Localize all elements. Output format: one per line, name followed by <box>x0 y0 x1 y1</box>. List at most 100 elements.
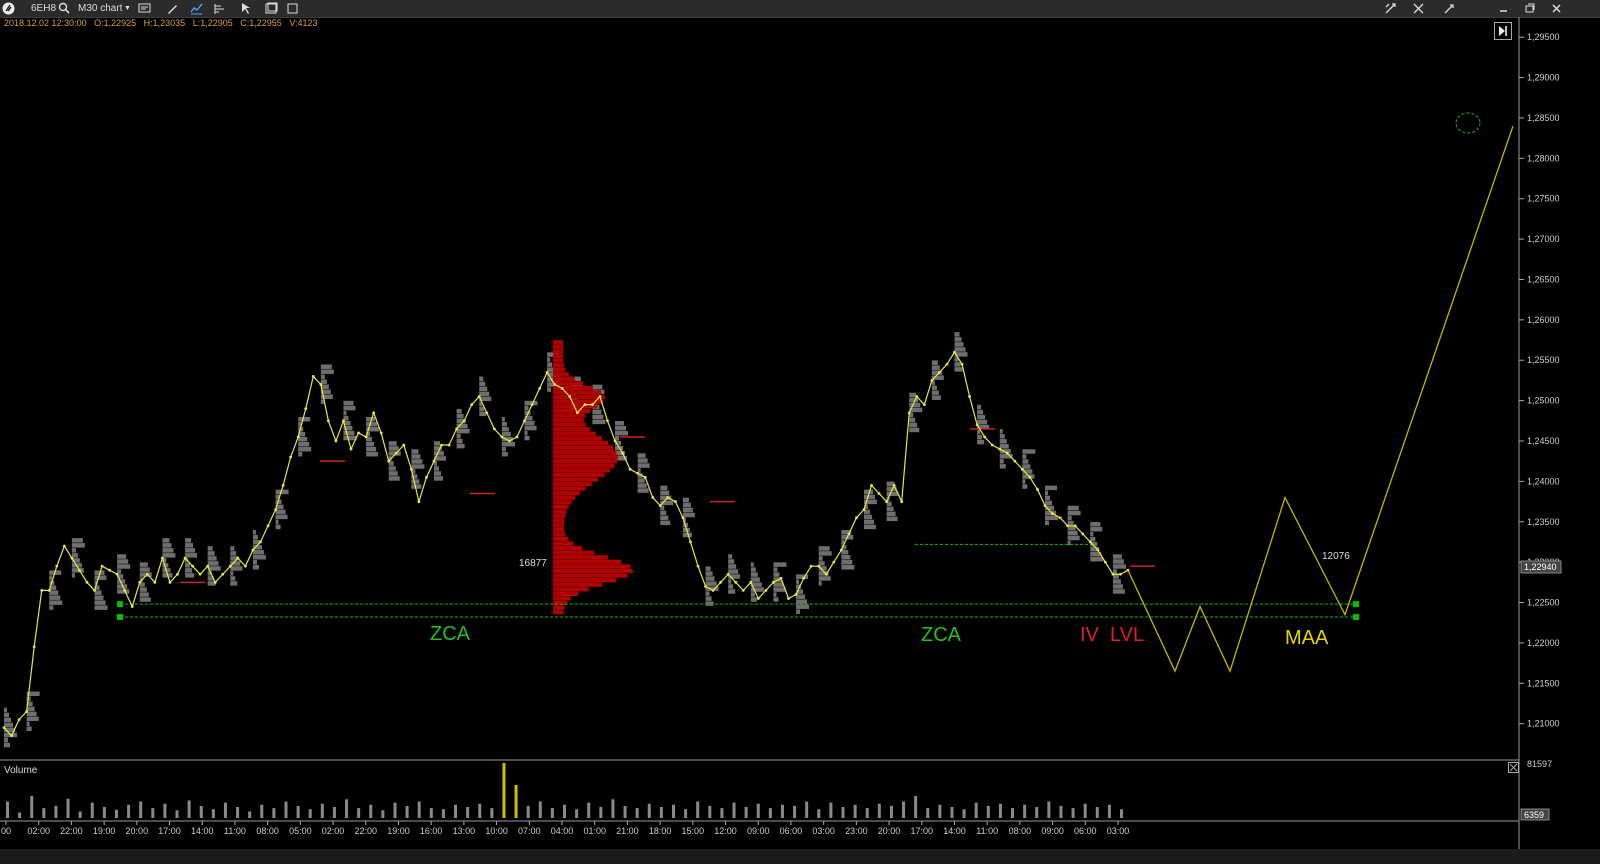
session-profile-bar <box>547 387 552 392</box>
session-profile-bar <box>343 430 355 436</box>
price-point <box>530 403 534 407</box>
big-profile-bar <box>553 578 617 583</box>
session-profile-bar <box>796 609 801 614</box>
price-point <box>756 597 760 600</box>
volume-bar <box>114 809 118 818</box>
x-tick-label: 17:00 <box>910 826 933 836</box>
session-profile-bar <box>343 400 354 406</box>
session-profile-bar <box>818 546 830 551</box>
session-profile-bar <box>1112 584 1123 589</box>
session-profile-bar <box>705 596 712 601</box>
session-profile-bar <box>207 551 215 556</box>
target-circle[interactable] <box>1455 112 1481 134</box>
zone-lines[interactable] <box>117 543 1359 621</box>
volume-bar <box>575 809 579 818</box>
big-profile-bar <box>553 372 569 377</box>
price-point <box>975 423 979 427</box>
x-tick-label: 12:00 <box>714 826 737 836</box>
session-profile-bar <box>230 546 235 551</box>
big-profile-bar <box>553 417 584 423</box>
price-axis[interactable]: 1,29500 1,29000 1,28500 1,28000 1,27500 1,270… <box>1519 32 1562 729</box>
price-chart[interactable]: 1,29500 1,29000 1,28500 1,28000 1,27500 1,270… <box>0 0 1600 864</box>
price-point <box>523 419 526 423</box>
price-point <box>470 403 474 407</box>
price-point <box>983 435 987 439</box>
volume-bar <box>538 801 542 818</box>
price-point <box>598 395 602 398</box>
session-profile-bar <box>320 364 332 369</box>
price-point <box>55 564 59 568</box>
price-point <box>1043 504 1047 508</box>
session-profile-bar <box>705 581 717 586</box>
scenario-projection[interactable]: 12076 <box>1127 112 1514 673</box>
big-profile-bar <box>553 523 565 528</box>
volume-axis-top-label: 81597 <box>1527 759 1552 769</box>
session-profile-bar <box>773 597 779 602</box>
zone-handle[interactable] <box>1353 614 1359 621</box>
price-point <box>953 350 956 354</box>
price-point <box>485 411 489 415</box>
session-profile-bar <box>1090 521 1101 527</box>
session-profile-bar <box>886 506 894 512</box>
session-profile-bar <box>863 524 876 530</box>
session-profile-bar <box>1090 526 1103 532</box>
big-profile-bar <box>553 358 564 363</box>
zone-handle[interactable] <box>117 614 123 621</box>
x-tick-label: 09:00 <box>747 826 770 836</box>
price-point <box>855 516 858 520</box>
big-profile-bar <box>553 367 566 372</box>
y-tick-label: 1,21500 <box>1527 678 1560 688</box>
volume-bar <box>223 802 227 818</box>
zone-handle[interactable] <box>1353 601 1359 608</box>
session-profile-bar <box>977 439 985 445</box>
price-point <box>779 576 783 580</box>
volume-pane-toggle-icon[interactable] <box>1508 762 1519 773</box>
big-profile-bar <box>553 408 591 413</box>
session-profile-bar <box>615 430 629 436</box>
y-tick-label: 1,24000 <box>1527 476 1560 486</box>
volume-bar <box>502 763 506 818</box>
session-profile-bar <box>660 510 667 516</box>
zone-handle[interactable] <box>117 601 123 608</box>
session-profile-bar <box>977 419 988 425</box>
session-profile-bar <box>954 367 963 372</box>
session-profile-bar <box>999 459 1004 464</box>
session-profile-bar <box>71 573 75 578</box>
volume-bar <box>6 801 9 818</box>
session-profile-bar <box>94 595 104 600</box>
session-profile-bar <box>637 483 647 488</box>
big-profile-bar <box>553 390 602 395</box>
price-point <box>1005 451 1009 455</box>
volume-bar <box>684 809 688 818</box>
session-profile-bar <box>162 548 174 553</box>
volume-bar <box>902 801 906 818</box>
price-point <box>251 548 255 552</box>
scenario-path[interactable] <box>1127 125 1514 673</box>
session-profile-bar <box>4 722 13 728</box>
session-profile-bar <box>863 519 874 525</box>
volume-bar <box>417 801 421 818</box>
time-axis[interactable]: 00 02:00 22:00 19:00 20:00 17:00 14:00 11:00 08:… <box>1 821 1129 836</box>
price-point <box>673 500 677 503</box>
session-profile-bar <box>977 434 983 440</box>
session-profile-bar <box>1045 520 1050 526</box>
volume-bar <box>671 804 675 818</box>
x-tick-label: 14:00 <box>943 826 966 836</box>
y-tick-label: 1,24500 <box>1527 436 1560 446</box>
price-point <box>658 504 662 508</box>
x-tick-label: 03:00 <box>812 826 835 836</box>
price-point <box>915 395 919 398</box>
price-point <box>719 580 723 584</box>
volume-bar <box>1035 807 1039 818</box>
price-point <box>78 568 81 572</box>
volume-bar <box>211 809 215 818</box>
x-tick-label: 06:00 <box>780 826 803 836</box>
scroll-to-end-icon[interactable] <box>1494 22 1512 40</box>
session-profile-bar <box>185 543 194 548</box>
price-point <box>379 431 383 435</box>
price-point <box>1096 548 1100 552</box>
price-point <box>824 572 828 576</box>
price-point <box>492 427 496 431</box>
big-profile-bar <box>553 559 622 564</box>
session-profile-bar <box>49 600 63 605</box>
